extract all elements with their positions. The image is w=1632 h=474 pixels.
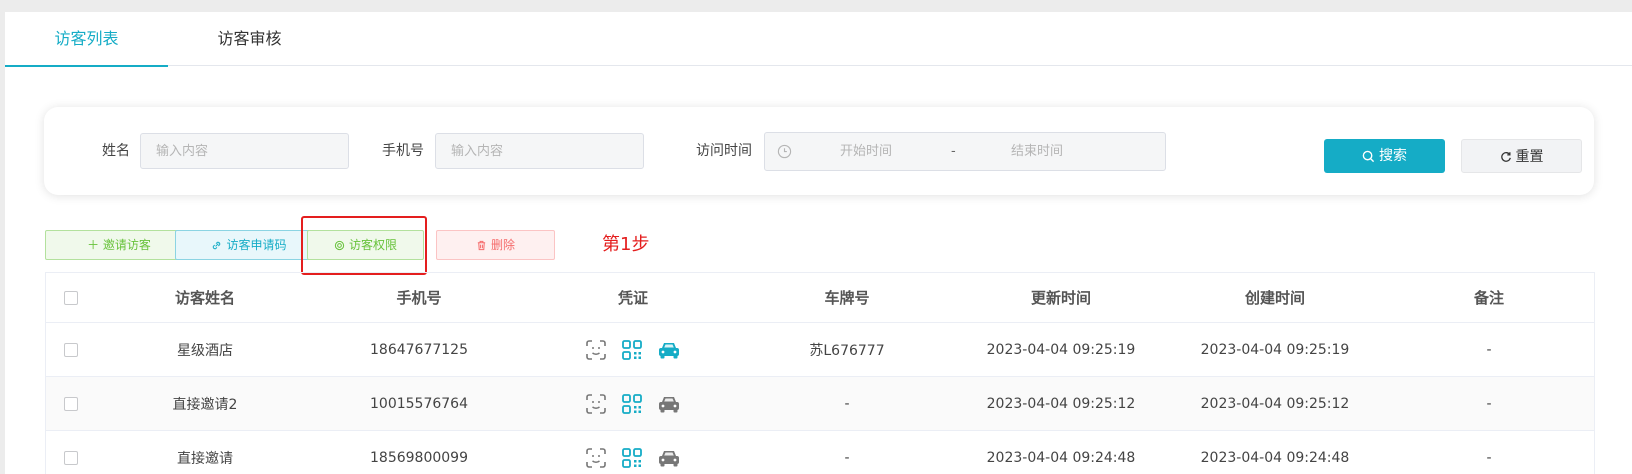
refresh-icon	[1500, 152, 1511, 162]
car-icon	[659, 450, 679, 466]
credential-cell	[526, 377, 740, 430]
end-time-input[interactable]: 结束时间	[1011, 133, 1063, 170]
reset-button[interactable]: 重置	[1461, 139, 1582, 173]
row-checkbox[interactable]	[64, 396, 78, 411]
reset-button-label: 重置	[1515, 149, 1544, 165]
phone-input[interactable]	[435, 133, 644, 169]
clock-icon	[777, 144, 792, 159]
visit-time-label: 访问时间	[696, 143, 752, 159]
step-annotation: 第1步	[602, 234, 650, 255]
date-range-picker[interactable]: 开始时间 - 结束时间	[764, 132, 1166, 171]
tab-bar: 访客列表 访客审核	[5, 12, 1632, 67]
table-row[interactable]: 星级酒店 18647677125 苏L676777 2023-04-04 09:…	[46, 323, 1594, 377]
header-plate: 车牌号	[824, 289, 870, 307]
row-checkbox[interactable]	[64, 450, 78, 465]
invite-visitor-label: 邀请访客	[102, 238, 151, 252]
remark-cell: -	[1486, 449, 1492, 466]
face-icon	[586, 339, 606, 360]
table-header-row: 访客姓名 手机号 凭证 车牌号 更新时间 创建时间 备注	[46, 273, 1594, 323]
remark-cell: -	[1486, 395, 1492, 412]
row-checkbox[interactable]	[64, 342, 78, 357]
trash-icon	[477, 240, 486, 251]
credential-icons	[585, 393, 681, 415]
delete-label: 删除	[490, 238, 515, 252]
header-visitor-name: 访客姓名	[174, 289, 235, 307]
link-icon	[213, 241, 221, 250]
created-time-cell: 2023-04-04 09:24:48	[1200, 449, 1350, 466]
credential-cell	[526, 431, 740, 474]
plate-cell: -	[844, 395, 850, 412]
table-row[interactable]: 直接邀请 18569800099 - 2023-04-04 09:24:48 2…	[46, 431, 1594, 474]
delete-button[interactable]: 删除	[436, 230, 555, 260]
range-separator: -	[951, 144, 956, 159]
updated-time-cell: 2023-04-04 09:25:12	[986, 395, 1136, 412]
phone-cell: 18647677125	[370, 341, 468, 358]
header-credential: 凭证	[617, 289, 648, 307]
created-time-cell: 2023-04-04 09:25:12	[1200, 395, 1350, 412]
car-icon	[659, 396, 679, 412]
name-input[interactable]	[140, 133, 349, 169]
face-icon	[586, 447, 606, 468]
search-icon	[1362, 150, 1375, 162]
created-time-cell: 2023-04-04 09:25:19	[1200, 341, 1350, 358]
updated-time-cell: 2023-04-04 09:25:19	[986, 341, 1136, 358]
updated-time-cell: 2023-04-04 09:24:48	[986, 449, 1136, 466]
visitor-name-cell: 直接邀请	[177, 450, 233, 467]
row-select-cell	[46, 431, 96, 474]
plus-icon: ＋	[87, 238, 100, 252]
phone-label: 手机号	[382, 143, 424, 159]
start-time-input[interactable]: 开始时间	[840, 133, 892, 170]
phone-cell: 18569800099	[370, 449, 468, 466]
name-label: 姓名	[102, 143, 130, 159]
row-select-cell	[46, 377, 96, 430]
header-updated-time: 更新时间	[1030, 289, 1091, 307]
header-remark: 备注	[1473, 289, 1504, 307]
car-icon	[659, 342, 679, 358]
tab-visitor-list[interactable]: 访客列表	[5, 12, 168, 67]
remark-cell: -	[1486, 341, 1492, 358]
row-select-cell	[46, 323, 96, 376]
qrcode-icon	[622, 447, 642, 468]
face-icon	[586, 393, 606, 414]
phone-cell: 10015576764	[370, 395, 468, 412]
visitor-name-cell: 星级酒店	[177, 342, 233, 359]
apply-code-label: 访客申请码	[226, 238, 287, 252]
tab-visitor-audit[interactable]: 访客审核	[168, 12, 331, 66]
step-highlight-box	[301, 216, 427, 275]
visitor-name-cell: 直接邀请2	[172, 396, 238, 413]
search-panel: 姓名 手机号 访问时间 开始时间 - 结束时间 搜索 重置	[44, 107, 1594, 195]
table-row[interactable]: 直接邀请2 10015576764 - 2023-04-04 09:25:12 …	[46, 377, 1594, 431]
page: 访客列表 访客审核 姓名 手机号 访问时间 开始时间 - 结束时间 搜索	[5, 12, 1632, 474]
credential-icons	[585, 447, 681, 469]
invite-visitor-button[interactable]: ＋ 邀请访客	[45, 230, 193, 260]
header-phone: 手机号	[396, 289, 442, 307]
header-created-time: 创建时间	[1244, 289, 1305, 307]
plate-cell: -	[844, 449, 850, 466]
qrcode-icon	[622, 339, 642, 360]
visitor-table: 访客姓名 手机号 凭证 车牌号 更新时间 创建时间 备注 星级酒店 186476…	[45, 272, 1595, 474]
credential-icons	[585, 339, 681, 361]
search-button-label: 搜索	[1379, 148, 1407, 164]
plate-cell: 苏L676777	[809, 342, 885, 359]
select-all-checkbox[interactable]	[64, 290, 78, 305]
search-button[interactable]: 搜索	[1324, 139, 1445, 173]
credential-cell	[526, 323, 740, 376]
select-all-cell	[46, 273, 96, 322]
qrcode-icon	[622, 393, 642, 414]
